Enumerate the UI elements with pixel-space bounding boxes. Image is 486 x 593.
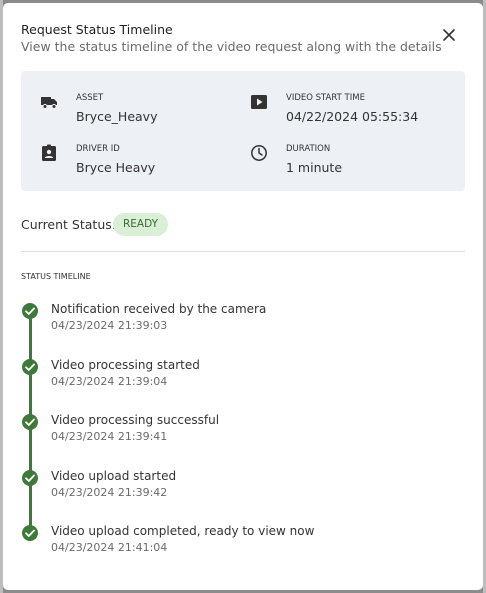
section-divider	[21, 251, 465, 252]
timeline-item-time: 04/23/2024 21:39:03	[51, 319, 168, 332]
timeline-item: Video processing successful 04/23/2024 2…	[21, 413, 441, 449]
driver-id-detail: DRIVER ID Bryce Heavy	[40, 144, 240, 188]
status-timeline-heading: STATUS TIMELINE	[21, 272, 91, 281]
check-circle-icon	[22, 303, 38, 319]
check-circle-icon	[22, 414, 38, 430]
timeline-item-time: 04/23/2024 21:39:42	[51, 486, 168, 499]
timeline-item: Video processing started 04/23/2024 21:3…	[21, 358, 441, 394]
current-status-label: Current Status:	[21, 217, 116, 232]
timeline-item-text: Notification received by the camera	[51, 302, 267, 316]
modal-title: Request Status Timeline	[21, 22, 173, 37]
check-circle-icon	[22, 525, 38, 541]
timeline-item: Notification received by the camera 04/2…	[21, 302, 441, 338]
close-button[interactable]	[439, 25, 459, 45]
timeline-item: Video upload completed, ready to view no…	[21, 524, 441, 560]
timeline-item-time: 04/23/2024 21:39:04	[51, 375, 168, 388]
id-badge-icon	[42, 144, 56, 161]
duration-value: 1 minute	[286, 160, 343, 175]
check-circle-icon	[22, 359, 38, 375]
close-icon	[443, 29, 455, 41]
timeline-item-time: 04/23/2024 21:39:41	[51, 430, 168, 443]
asset-detail: ASSET Bryce_Heavy	[40, 93, 240, 137]
play-icon	[251, 95, 267, 109]
asset-value: Bryce_Heavy	[76, 109, 158, 124]
timeline-item-text: Video upload started	[51, 469, 177, 483]
status-badge: READY	[113, 213, 169, 236]
video-start-time-label: VIDEO START TIME	[286, 93, 365, 103]
video-start-time-value: 04/22/2024 05:55:34	[286, 109, 419, 124]
asset-label: ASSET	[76, 93, 104, 103]
request-status-modal: Request Status Timeline View the status …	[3, 3, 483, 590]
video-start-time-detail: VIDEO START TIME 04/22/2024 05:55:34	[250, 93, 450, 137]
check-circle-icon	[22, 470, 38, 486]
truck-icon	[41, 97, 57, 109]
timeline-item: Video upload started 04/23/2024 21:39:42	[21, 469, 441, 505]
modal-subtitle: View the status timeline of the video re…	[21, 39, 442, 54]
timeline-item-text: Video processing started	[51, 358, 200, 372]
timeline-item-text: Video upload completed, ready to view no…	[51, 524, 315, 538]
driver-id-label: DRIVER ID	[76, 144, 120, 154]
timeline-item-time: 04/23/2024 21:41:04	[51, 541, 168, 554]
timeline-item-text: Video processing successful	[51, 413, 220, 427]
duration-detail: DURATION 1 minute	[250, 144, 450, 188]
driver-id-value: Bryce Heavy	[76, 160, 156, 175]
video-details-panel: ASSET Bryce_Heavy VIDEO START TIME 04/22…	[21, 71, 465, 191]
duration-label: DURATION	[286, 144, 331, 154]
clock-icon	[251, 145, 267, 161]
